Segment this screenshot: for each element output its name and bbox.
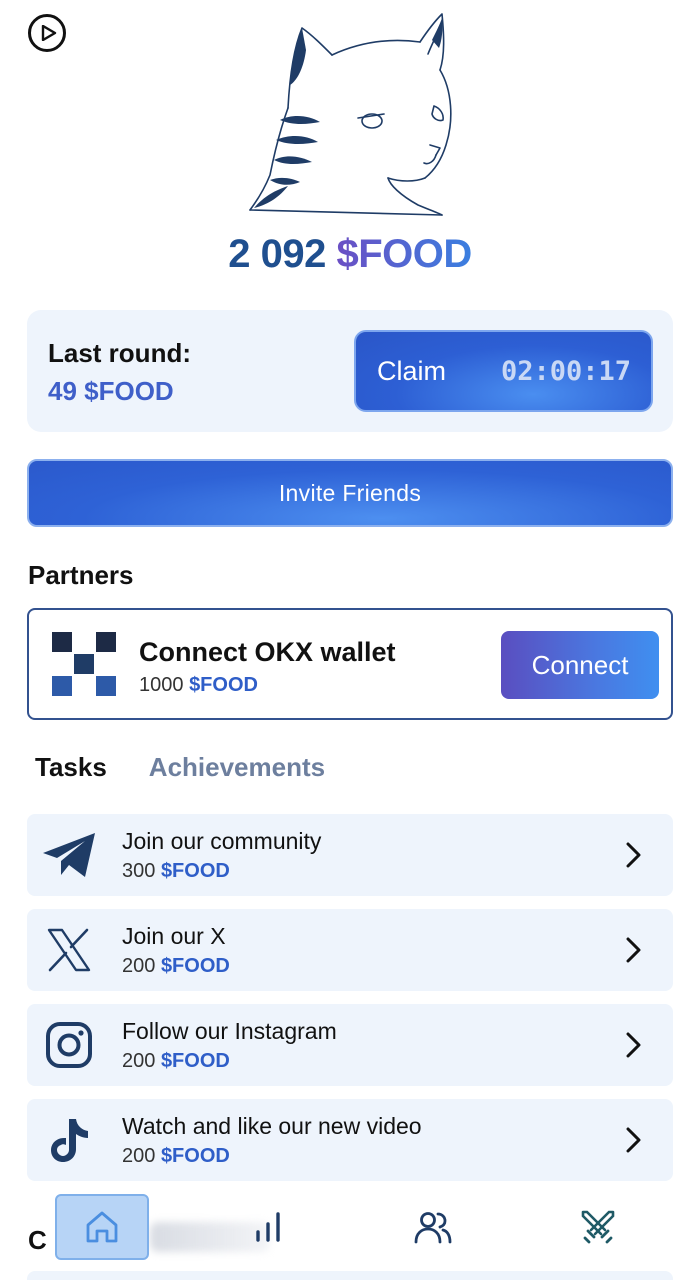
task-reward: 300 $FOOD <box>122 860 230 883</box>
last-round-label: Last round: <box>48 338 191 368</box>
last-round-card: Last round: 49 $FOOD Claim 02:00:17 <box>27 310 673 432</box>
task-reward: 200 $FOOD <box>122 1050 230 1073</box>
okx-logo-icon <box>52 632 116 696</box>
nav-leaderboard[interactable] <box>220 1194 314 1260</box>
task-item-tiktok[interactable]: Watch and like our new video 200 $FOOD <box>27 1099 673 1181</box>
nav-home[interactable] <box>55 1194 149 1260</box>
tab-achievements[interactable]: Achievements <box>149 752 325 783</box>
chevron-right-icon <box>626 1032 641 1058</box>
task-reward-amount: 300 <box>122 860 156 882</box>
partial-card <box>27 1271 673 1280</box>
task-reward-currency: $FOOD <box>160 860 230 882</box>
claim-button[interactable]: Claim 02:00:17 <box>354 330 653 412</box>
invite-friends-button[interactable]: Invite Friends <box>27 459 673 527</box>
tasks-tabs: Tasks Achievements <box>35 752 325 783</box>
leaderboard-icon <box>256 1212 280 1242</box>
chevron-right-icon <box>626 1127 641 1153</box>
partners-heading: Partners <box>28 560 134 590</box>
task-reward-amount: 200 <box>122 955 156 977</box>
partner-reward: 1000 $FOOD <box>139 674 258 697</box>
tiktok-icon <box>41 1113 97 1167</box>
invite-friends-label: Invite Friends <box>278 479 422 506</box>
claim-label: Claim <box>377 355 447 386</box>
home-icon <box>86 1211 118 1243</box>
chevron-right-icon <box>626 842 641 868</box>
nav-battle[interactable] <box>551 1194 645 1260</box>
task-reward: 200 $FOOD <box>122 955 230 978</box>
battle-icon <box>581 1210 615 1244</box>
task-reward-amount: 200 <box>122 1050 156 1072</box>
partner-card-okx: Connect OKX wallet 1000 $FOOD Connect <box>27 608 673 720</box>
friends-icon <box>414 1212 452 1244</box>
task-title: Join our X <box>122 923 226 949</box>
partner-reward-amount: 1000 <box>139 674 184 696</box>
chevron-right-icon <box>626 937 641 963</box>
connect-okx-button[interactable]: Connect <box>501 631 659 699</box>
food-balance: 2 092 $FOOD <box>0 232 700 277</box>
nav-friends[interactable] <box>386 1194 480 1260</box>
partner-title: Connect OKX wallet <box>139 637 396 667</box>
tab-tasks[interactable]: Tasks <box>35 752 107 783</box>
claim-timer: 02:00:17 <box>500 355 631 387</box>
connect-button-label: Connect <box>531 649 629 680</box>
task-item-community[interactable]: Join our community 300 $FOOD <box>27 814 673 896</box>
task-item-x[interactable]: Join our X 200 $FOOD <box>27 909 673 991</box>
task-reward-currency: $FOOD <box>160 1050 230 1072</box>
task-reward-currency: $FOOD <box>160 1145 230 1167</box>
balance-amount: 2 092 <box>228 232 326 276</box>
play-circle-icon <box>41 25 56 41</box>
x-icon <box>41 923 97 977</box>
task-reward: 200 $FOOD <box>122 1145 230 1168</box>
play-button[interactable] <box>28 14 66 52</box>
instagram-icon <box>41 1018 97 1072</box>
task-item-instagram[interactable]: Follow our Instagram 200 $FOOD <box>27 1004 673 1086</box>
last-round-value: 49 $FOOD <box>48 376 174 406</box>
task-reward-amount: 200 <box>122 1145 156 1167</box>
task-title: Watch and like our new video <box>122 1113 422 1139</box>
balance-currency: $FOOD <box>336 232 472 276</box>
task-title: Follow our Instagram <box>122 1018 337 1044</box>
task-reward-currency: $FOOD <box>160 955 230 977</box>
task-title: Join our community <box>122 828 322 854</box>
telegram-icon <box>41 828 97 882</box>
partner-reward-currency: $FOOD <box>189 674 258 696</box>
bottom-nav <box>0 1190 700 1262</box>
cat-mascot-illustration <box>249 13 452 216</box>
